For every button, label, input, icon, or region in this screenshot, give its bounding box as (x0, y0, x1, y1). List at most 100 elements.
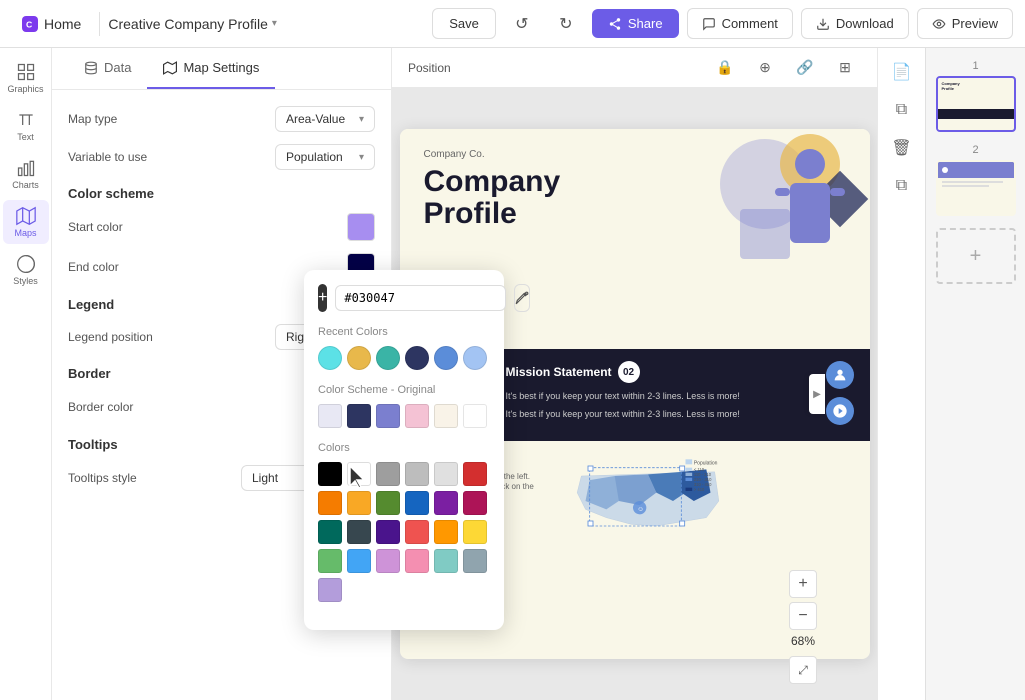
color-teal[interactable] (318, 520, 342, 544)
color-light-green[interactable] (318, 549, 342, 573)
color-light-pink[interactable] (405, 549, 429, 573)
color-lighter-gray[interactable] (434, 462, 458, 486)
maps-icon (16, 206, 36, 226)
main-layout: Graphics Text Charts Maps Styles Data (0, 48, 1025, 700)
map-type-chevron-icon: ▾ (359, 114, 364, 125)
delete-button[interactable]: 🗑 (886, 132, 918, 164)
scheme-color-6[interactable] (463, 404, 487, 428)
comment-icon (702, 17, 716, 31)
scheme-color-3[interactable] (376, 404, 400, 428)
tooltips-style-label: Tooltips style (68, 471, 137, 485)
recent-colors-grid (318, 346, 490, 370)
eyedropper-button[interactable] (514, 284, 530, 312)
scheme-color-1[interactable] (318, 404, 342, 428)
collapse-panel-button[interactable]: ▶ (809, 374, 825, 414)
save-button[interactable]: Save (432, 8, 496, 39)
color-orange[interactable] (318, 491, 342, 515)
download-button[interactable]: Download (801, 8, 909, 39)
color-yellow[interactable] (463, 520, 487, 544)
copy-button[interactable]: ⧉ (886, 94, 918, 126)
color-white[interactable] (347, 462, 371, 486)
scheme-colors-title: Color Scheme - Original (318, 384, 490, 396)
zoom-level: 68% (789, 634, 817, 648)
redo-button[interactable]: ↻ (548, 6, 584, 42)
sidebar-item-graphics[interactable]: Graphics (3, 56, 49, 100)
color-light-blue-gray[interactable] (463, 549, 487, 573)
color-add-button[interactable]: + (318, 284, 327, 312)
svg-text:> 410: > 410 (693, 487, 704, 492)
color-amber[interactable] (347, 491, 371, 515)
document-title-text: Creative Company Profile (108, 16, 268, 32)
color-red[interactable] (463, 462, 487, 486)
align-icon[interactable]: ⊕ (749, 52, 781, 84)
color-pink[interactable] (463, 491, 487, 515)
recent-color-4[interactable] (405, 346, 429, 370)
thumbnail-2[interactable]: 2 (936, 144, 1016, 216)
recent-color-2[interactable] (347, 346, 371, 370)
duplicate-button[interactable]: ⧉ (886, 170, 918, 202)
sidebar-item-styles[interactable]: Styles (3, 248, 49, 292)
scheme-color-4[interactable] (405, 404, 429, 428)
share-button[interactable]: Share (592, 9, 679, 38)
text-icon (16, 110, 36, 130)
color-hex-input[interactable] (335, 285, 506, 311)
legend-position-label: Legend position (68, 330, 153, 344)
variable-select[interactable]: Population ▾ (275, 144, 375, 170)
color-picker-top: + (318, 284, 490, 312)
sidebar-item-maps[interactable]: Maps (3, 200, 49, 244)
zoom-out-button[interactable]: − (789, 602, 817, 630)
color-light-purple[interactable] (376, 549, 400, 573)
recent-color-3[interactable] (376, 346, 400, 370)
add-slide-button[interactable]: + (936, 228, 1016, 284)
scheme-color-5[interactable] (434, 404, 458, 428)
topbar-divider (99, 12, 100, 36)
map-type-row: Map type Area-Value ▾ (68, 106, 375, 132)
color-light-teal[interactable] (434, 549, 458, 573)
tab-map-settings[interactable]: Map Settings (147, 48, 275, 89)
recent-color-1[interactable] (318, 346, 342, 370)
color-deep-purple[interactable] (376, 520, 400, 544)
color-blue[interactable] (405, 491, 429, 515)
thumbnail-1[interactable]: 1 Company Profile (936, 60, 1016, 132)
lock-icon[interactable]: 🔒 (709, 52, 741, 84)
color-picker-popup: + Recent Colors Color Scheme - Original … (304, 270, 504, 630)
preview-button[interactable]: Preview (917, 8, 1013, 39)
color-green[interactable] (376, 491, 400, 515)
sidebar-item-text[interactable]: Text (3, 104, 49, 148)
home-label: Home (44, 16, 81, 32)
charts-icon (16, 158, 36, 178)
start-color-swatch[interactable] (347, 213, 375, 241)
map-type-select[interactable]: Area-Value ▾ (275, 106, 375, 132)
add-page-button[interactable]: 📄 (886, 56, 918, 88)
share-label: Share (628, 16, 663, 31)
fullscreen-button[interactable]: ⤢ (789, 656, 817, 684)
document-title[interactable]: Creative Company Profile ▾ (108, 16, 277, 32)
grid-icon[interactable]: ⊞ (829, 52, 861, 84)
tab-data-label: Data (104, 60, 131, 75)
icon-sidebar: Graphics Text Charts Maps Styles (0, 48, 52, 700)
color-light-deep-purple[interactable] (318, 578, 342, 602)
color-light-red[interactable] (405, 520, 429, 544)
svg-text:☺: ☺ (637, 506, 644, 513)
variable-value: Population (286, 150, 343, 164)
link-icon[interactable]: 🔗 (789, 52, 821, 84)
slide-title-line1: Company (424, 165, 561, 198)
color-blue-gray[interactable] (347, 520, 371, 544)
recent-color-6[interactable] (463, 346, 487, 370)
recent-color-5[interactable] (434, 346, 458, 370)
color-light-orange[interactable] (434, 520, 458, 544)
zoom-in-button[interactable]: + (789, 570, 817, 598)
color-gray[interactable] (376, 462, 400, 486)
undo-button[interactable]: ↺ (504, 6, 540, 42)
color-light-gray[interactable] (405, 462, 429, 486)
comment-button[interactable]: Comment (687, 8, 793, 39)
home-button[interactable]: C Home (12, 10, 91, 38)
sidebar-item-charts[interactable]: Charts (3, 152, 49, 196)
color-light-blue[interactable] (347, 549, 371, 573)
color-black[interactable] (318, 462, 342, 486)
tab-data[interactable]: Data (68, 48, 147, 89)
variable-row: Variable to use Population ▾ (68, 144, 375, 170)
scheme-color-2[interactable] (347, 404, 371, 428)
color-purple[interactable] (434, 491, 458, 515)
styles-label: Styles (13, 276, 38, 286)
